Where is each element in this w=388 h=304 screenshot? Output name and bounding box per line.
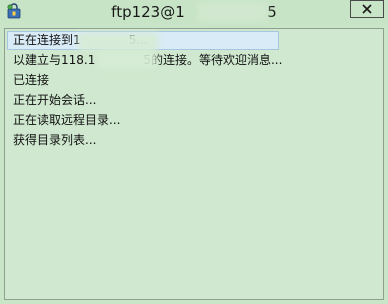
log-item[interactable]: 获得目录列表...	[5, 130, 383, 150]
connection-log-panel[interactable]: 正在连接到1 5... 以建立与118.1 5的连接。等待欢迎消息... 已连接…	[4, 28, 384, 300]
log-item[interactable]: 已连接	[5, 70, 383, 90]
close-icon	[362, 4, 372, 14]
window-title: ftp123@1 5	[111, 3, 277, 21]
redacted-host	[198, 2, 268, 22]
close-button[interactable]	[350, 0, 384, 18]
session-window: ftp123@1 5 正在连接到1 5... 以建立与118.1 5的连接。等待…	[0, 0, 388, 304]
redacted-host	[78, 33, 158, 51]
log-item[interactable]: 正在开始会话...	[5, 90, 383, 110]
connection-log-list: 正在连接到1 5... 以建立与118.1 5的连接。等待欢迎消息... 已连接…	[5, 29, 383, 150]
log-item[interactable]: 以建立与118.1 5的连接。等待欢迎消息...	[5, 50, 383, 70]
log-item[interactable]: 正在连接到1 5...	[7, 31, 279, 51]
redacted-host	[97, 51, 157, 69]
log-item[interactable]: 正在读取远程目录...	[5, 110, 383, 130]
title-bar[interactable]: ftp123@1 5	[0, 0, 388, 24]
